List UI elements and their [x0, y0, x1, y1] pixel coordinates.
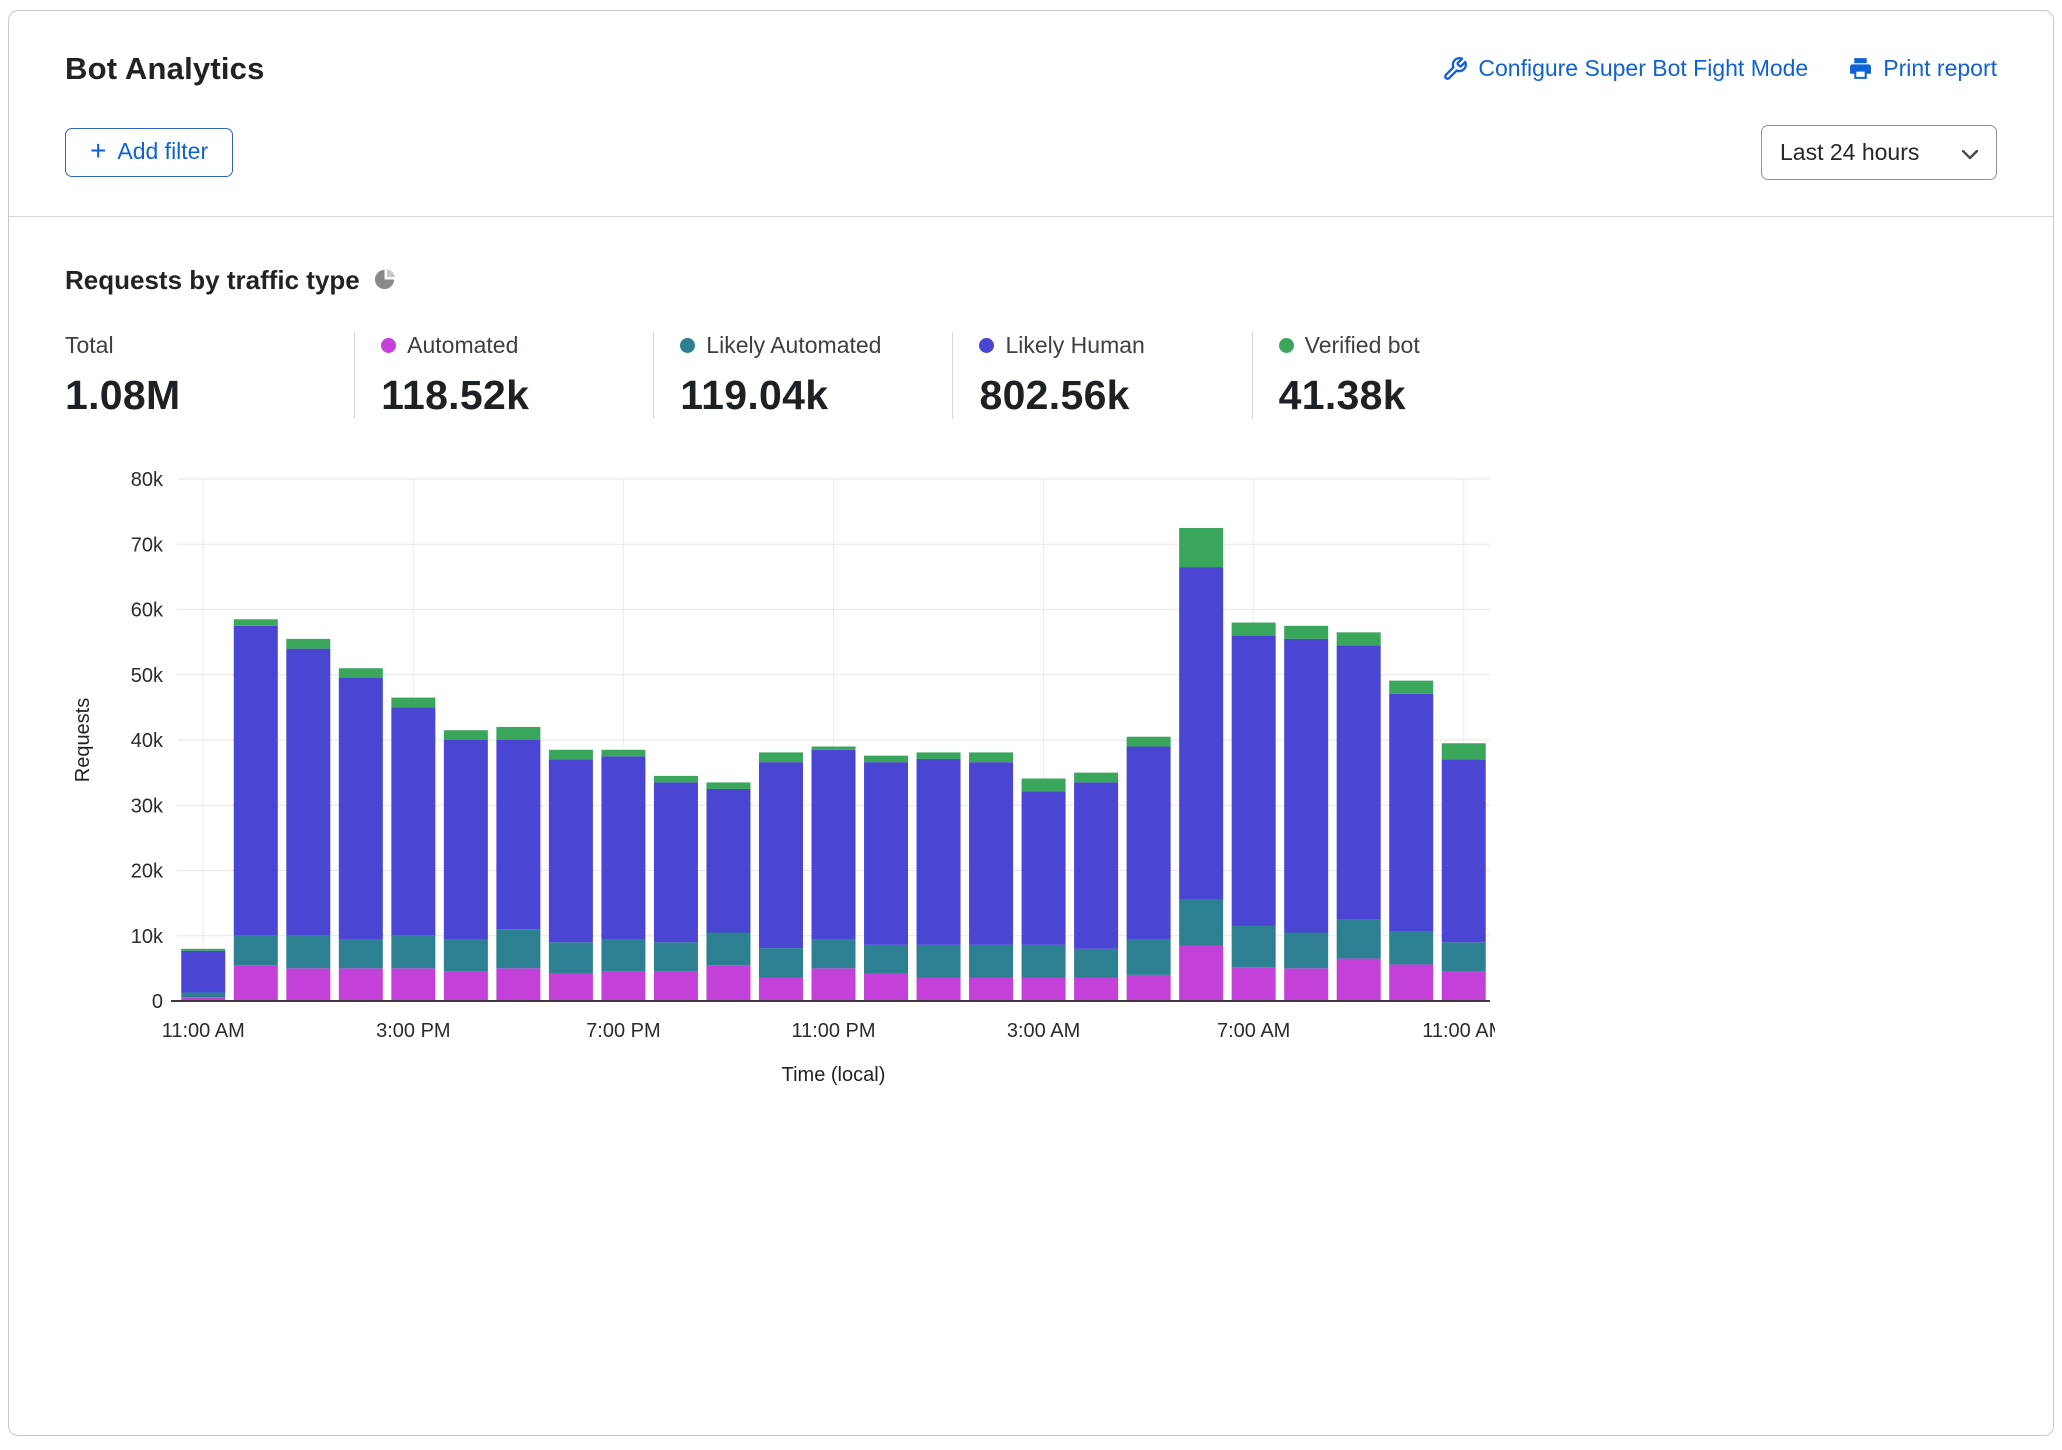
stat-verified-bot: Verified bot 41.38k — [1252, 332, 1491, 419]
svg-text:Time (local): Time (local) — [782, 1064, 886, 1086]
chevron-down-icon — [1962, 139, 1978, 166]
stat-likely-human-label: Likely Human — [1005, 332, 1144, 359]
print-report-link[interactable]: Print report — [1848, 55, 1997, 82]
stat-likely-human: Likely Human 802.56k — [952, 332, 1251, 419]
svg-text:30k: 30k — [131, 795, 164, 817]
stat-total-label: Total — [65, 332, 114, 359]
svg-text:Requests: Requests — [72, 698, 94, 783]
svg-text:20k: 20k — [131, 861, 164, 883]
svg-text:7:00 AM: 7:00 AM — [1217, 1020, 1290, 1042]
stat-automated-label: Automated — [407, 332, 518, 359]
stat-total: Total 1.08M — [65, 332, 354, 419]
svg-text:3:00 AM: 3:00 AM — [1007, 1020, 1080, 1042]
plus-icon: + — [90, 137, 106, 165]
requests-by-traffic-type-section: Requests by traffic type Total 1.08M Aut… — [9, 217, 2053, 1102]
likely-automated-legend-dot — [680, 338, 695, 353]
traffic-stats-row: Total 1.08M Automated 118.52k Likely Aut… — [65, 332, 1491, 419]
svg-text:0: 0 — [152, 991, 163, 1013]
svg-text:10k: 10k — [131, 926, 164, 948]
configure-link-label: Configure Super Bot Fight Mode — [1478, 55, 1808, 82]
printer-icon — [1848, 56, 1873, 81]
page-title: Bot Analytics — [65, 51, 265, 87]
verified-bot-legend-dot — [1279, 338, 1294, 353]
bot-analytics-card: Bot Analytics Configure Super Bot Fight … — [8, 10, 2054, 1436]
svg-text:3:00 PM: 3:00 PM — [376, 1020, 450, 1042]
svg-text:11:00 AM: 11:00 AM — [162, 1020, 245, 1042]
stat-likely-automated-value: 119.04k — [680, 372, 952, 419]
time-range-value: Last 24 hours — [1780, 139, 1919, 166]
stat-total-value: 1.08M — [65, 372, 354, 419]
configure-super-bot-fight-mode-link[interactable]: Configure Super Bot Fight Mode — [1442, 55, 1808, 82]
time-range-select[interactable]: Last 24 hours — [1761, 125, 1997, 180]
stat-verified-bot-label: Verified bot — [1305, 332, 1420, 359]
pie-chart-icon — [374, 267, 397, 295]
stat-likely-automated: Likely Automated 119.04k — [653, 332, 952, 419]
stat-likely-human-value: 802.56k — [979, 372, 1251, 419]
svg-text:60k: 60k — [131, 600, 164, 622]
section-title: Requests by traffic type — [65, 265, 360, 296]
stat-verified-bot-value: 41.38k — [1279, 372, 1491, 419]
wrench-icon — [1442, 56, 1468, 82]
svg-text:7:00 PM: 7:00 PM — [586, 1020, 660, 1042]
stat-automated-value: 118.52k — [381, 372, 653, 419]
card-header: Bot Analytics Configure Super Bot Fight … — [9, 11, 2053, 217]
requests-chart: 0 10k 20k 30k 40k 50k 60k 70k 80k 11:00 AM 3:00 PM… — [65, 463, 1997, 1102]
stat-likely-automated-label: Likely Automated — [706, 332, 881, 359]
svg-text:11:00 AM: 11:00 AM — [1422, 1020, 1495, 1042]
svg-text:50k: 50k — [131, 665, 164, 687]
automated-legend-dot — [381, 338, 396, 353]
svg-text:40k: 40k — [131, 730, 164, 752]
likely-human-legend-dot — [979, 338, 994, 353]
svg-text:70k: 70k — [131, 534, 164, 556]
add-filter-button[interactable]: + Add filter — [65, 128, 233, 177]
print-link-label: Print report — [1883, 55, 1997, 82]
add-filter-label: Add filter — [117, 138, 208, 165]
stacked-bar-chart-svg: 0 10k 20k 30k 40k 50k 60k 70k 80k 11:00 AM 3:00 PM… — [65, 463, 1495, 1097]
stat-automated: Automated 118.52k — [354, 332, 653, 419]
svg-text:11:00 PM: 11:00 PM — [791, 1020, 875, 1042]
svg-text:80k: 80k — [131, 469, 164, 491]
